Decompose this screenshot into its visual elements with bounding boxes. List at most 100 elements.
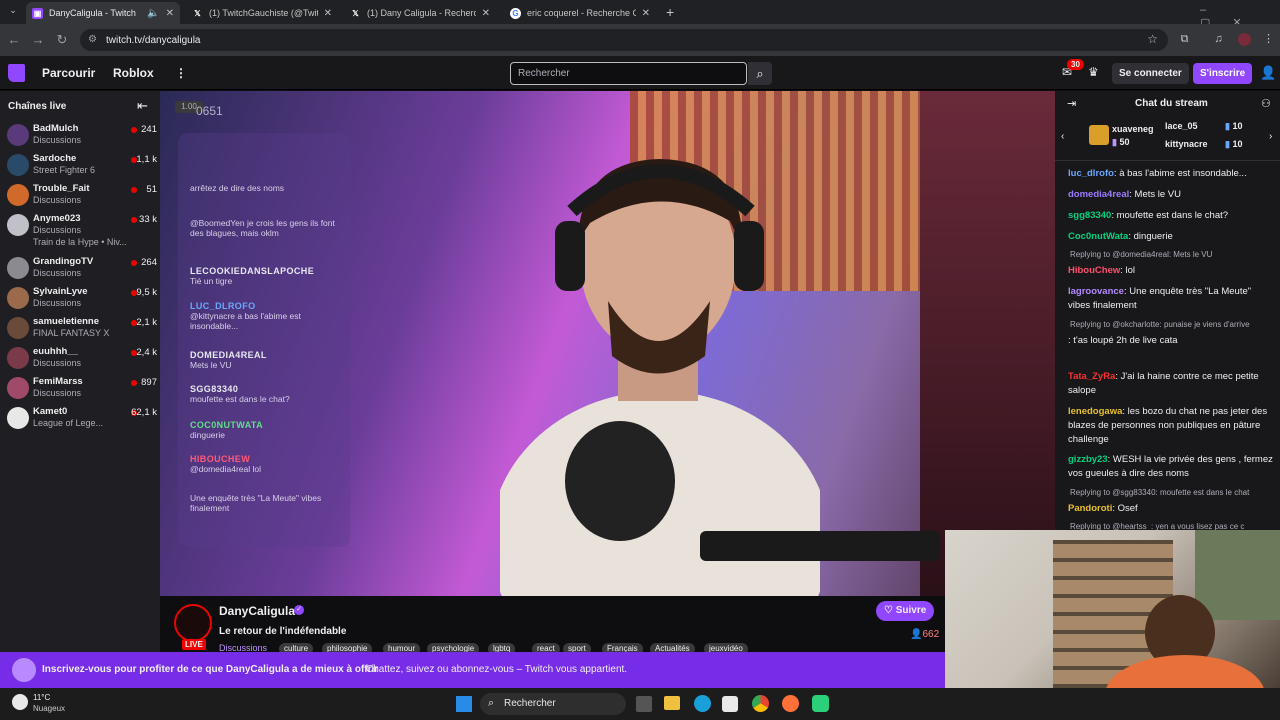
chevron-right-icon[interactable]: ›	[1269, 131, 1272, 142]
task-view-icon[interactable]	[636, 696, 652, 712]
signup-promo-banner[interactable]: Inscrivez-vous pour profiter de ce que D…	[0, 652, 945, 688]
user-icon[interactable]: 👤	[1260, 65, 1276, 81]
media-control-icon[interactable]: ♫	[1212, 33, 1225, 46]
crown-icon[interactable]: ♛	[1088, 65, 1099, 79]
back-icon[interactable]: ←	[6, 32, 22, 47]
chat-reply-context: Replying to @okcharlotte: punaise je vie…	[1070, 320, 1250, 329]
tab-google-search[interactable]: G eric coquerel - Recherche Goog ✕	[504, 2, 656, 24]
close-icon[interactable]: ✕	[482, 8, 490, 19]
search-input[interactable]: Rechercher	[510, 62, 747, 85]
file-explorer-icon[interactable]	[664, 696, 680, 710]
signup-button[interactable]: S'inscrire	[1193, 63, 1253, 84]
sidebar-channel[interactable]: GrandingoTV Discussions 264	[7, 254, 157, 282]
profile-avatar[interactable]	[1238, 33, 1251, 46]
more-menu-icon[interactable]: ⋮	[175, 66, 187, 80]
streamer-name[interactable]: DanyCaligula	[219, 604, 295, 618]
forward-icon[interactable]: →	[30, 32, 46, 47]
twitch-logo-icon[interactable]	[8, 64, 25, 82]
login-button[interactable]: Se connecter	[1112, 63, 1189, 84]
viewer-count: 2,4 k	[136, 347, 157, 358]
extensions-icon[interactable]: ⧉	[1178, 33, 1191, 46]
overlay-chat-text: @domedia4real lol	[190, 464, 262, 474]
weather-icon[interactable]	[12, 694, 28, 710]
overlay-chat-user: LECOOKIEDANSLAPOCHE	[190, 266, 315, 276]
chat-username[interactable]: Coc0nutWata	[1068, 231, 1128, 242]
close-icon[interactable]: ✕	[324, 8, 332, 19]
speaker-icon[interactable]: 🔈	[147, 8, 159, 19]
channel-category: Discussions	[33, 225, 82, 235]
windows-start-icon[interactable]	[456, 696, 472, 712]
bookmark-star-icon[interactable]: ☆	[1147, 32, 1158, 46]
sidebar-channel[interactable]: Anyme023 Discussions 33 k Train de la Hype …	[7, 211, 157, 247]
sidebar-channel[interactable]: Trouble_Fait Discussions 51	[7, 181, 157, 209]
chat-username[interactable]: lagroovance	[1068, 286, 1124, 297]
firefox-icon[interactable]	[782, 695, 799, 712]
reload-icon[interactable]: ↻	[54, 32, 70, 48]
sidebar-channel[interactable]: samueletienne FINAL FANTASY X 2,1 k	[7, 314, 157, 342]
app-icon[interactable]	[812, 695, 829, 712]
channel-name: Trouble_Fait	[33, 183, 90, 194]
temperature: 11°C	[33, 693, 51, 702]
stream-chat-overlay: arrêtez de dire des noms @BoomedYen je cr…	[178, 133, 350, 547]
twitch-favicon: ▣	[32, 7, 43, 19]
overlay-chat-user: HIBOUCHEW	[190, 454, 251, 464]
chat-users-icon[interactable]: ⚇	[1261, 97, 1271, 110]
edge-icon[interactable]	[694, 695, 711, 712]
channel-category: Discussions	[33, 135, 82, 145]
chat-username[interactable]: luc_dlrofo	[1068, 168, 1114, 179]
close-icon[interactable]: ✕	[166, 8, 174, 19]
close-icon[interactable]: ✕	[642, 8, 650, 19]
streamer-video	[500, 159, 820, 596]
tab-dany-search[interactable]: 𝕏 (1) Dany Caligula - Recherche / ✕	[344, 2, 496, 24]
overlay-chat-message: LECOOKIEDANSLAPOCHE Tié un tigre	[190, 266, 345, 286]
channel-category: Discussions	[33, 388, 82, 398]
chat-username[interactable]: Pandoroti	[1068, 503, 1112, 514]
browse-link[interactable]: Parcourir	[42, 66, 95, 80]
chat-username[interactable]: gizzby23	[1068, 454, 1108, 465]
streamer-avatar[interactable]	[174, 604, 212, 642]
follow-button[interactable]: ♡ Suivre	[876, 601, 935, 621]
promo-headline: Inscrivez-vous pour profiter de ce que D…	[42, 664, 379, 675]
sidebar-channel[interactable]: SylvainLyve Discussions 9,5 k	[7, 284, 157, 312]
overlay-chat-text: @BoomedYen je crois les gens ils font de…	[190, 218, 335, 238]
weather-text: Nuageux	[33, 704, 66, 713]
sidebar-channel[interactable]: euuhhh__ Discussions 2,4 k	[7, 344, 157, 372]
x-favicon: 𝕏	[352, 8, 359, 18]
chat-message: luc_dlrofo: à bas l'abime est insondable…	[1068, 167, 1273, 181]
chrome-icon[interactable]	[752, 695, 769, 712]
tab-search-icon[interactable]: ⌄	[6, 5, 20, 19]
collapse-sidebar-icon[interactable]: ⇤	[137, 98, 148, 114]
browser-menu-icon[interactable]: ⋮	[1262, 33, 1275, 46]
chevron-left-icon[interactable]: ‹	[1061, 131, 1064, 142]
chat-reply-context: Replying to @domedia4real: Mets le VU	[1070, 250, 1213, 259]
sidebar-channel[interactable]: FemiMarss Discussions 897	[7, 374, 157, 402]
search-icon[interactable]: ⌕	[748, 62, 772, 85]
viewer-count: 33 k	[139, 214, 157, 225]
channel-name: FemiMarss	[33, 376, 83, 387]
viewer-count: 62,1 k	[131, 407, 157, 418]
new-tab-icon[interactable]: +	[666, 4, 674, 20]
tab-twitchgauchiste[interactable]: 𝕏 (1) TwitchGauchiste (@TwitchG ✕	[186, 2, 338, 24]
chat-username[interactable]: HibouChew	[1068, 265, 1120, 276]
sidebar-channel[interactable]: Sardoche Street Fighter 6 1,1 k	[7, 151, 157, 179]
tab-twitch[interactable]: ▣ DanyCaligula - Twitch 🔈 ✕	[26, 2, 180, 24]
chat-username[interactable]: lenedogawa	[1068, 406, 1122, 417]
roblox-link[interactable]: Roblox	[113, 66, 154, 80]
sidebar-channel[interactable]: BadMulch Discussions 241	[7, 121, 157, 149]
taskbar-search[interactable]: ⌕ Rechercher	[480, 693, 626, 715]
headphone-left	[555, 221, 585, 291]
chat-username[interactable]: Tata_ZyRa	[1068, 371, 1115, 382]
overlay-chat-text: Mets le VU	[190, 360, 232, 370]
store-icon[interactable]	[722, 696, 738, 712]
video-player[interactable]: 1.00 0651 arrêtez de dire des noms @Boome…	[160, 91, 1055, 596]
site-info-icon[interactable]: ⚙	[88, 34, 97, 45]
chat-username[interactable]: sgg83340	[1068, 210, 1111, 221]
channel-avatar	[7, 154, 29, 176]
chat-username[interactable]: domedia4real	[1068, 189, 1129, 200]
chat-text: : moufette est dans le chat?	[1111, 210, 1229, 221]
sidebar-channel[interactable]: Kamet0 League of Lege... 62,1 k	[7, 404, 157, 432]
collapse-chat-icon[interactable]: ⇥	[1067, 97, 1076, 110]
overlay-chat-user: DOMEDIA4REAL	[190, 350, 267, 360]
url-field[interactable]: ⚙ twitch.tv/danycaligula ☆	[80, 29, 1168, 51]
viewer-count: 👤662	[910, 629, 940, 640]
